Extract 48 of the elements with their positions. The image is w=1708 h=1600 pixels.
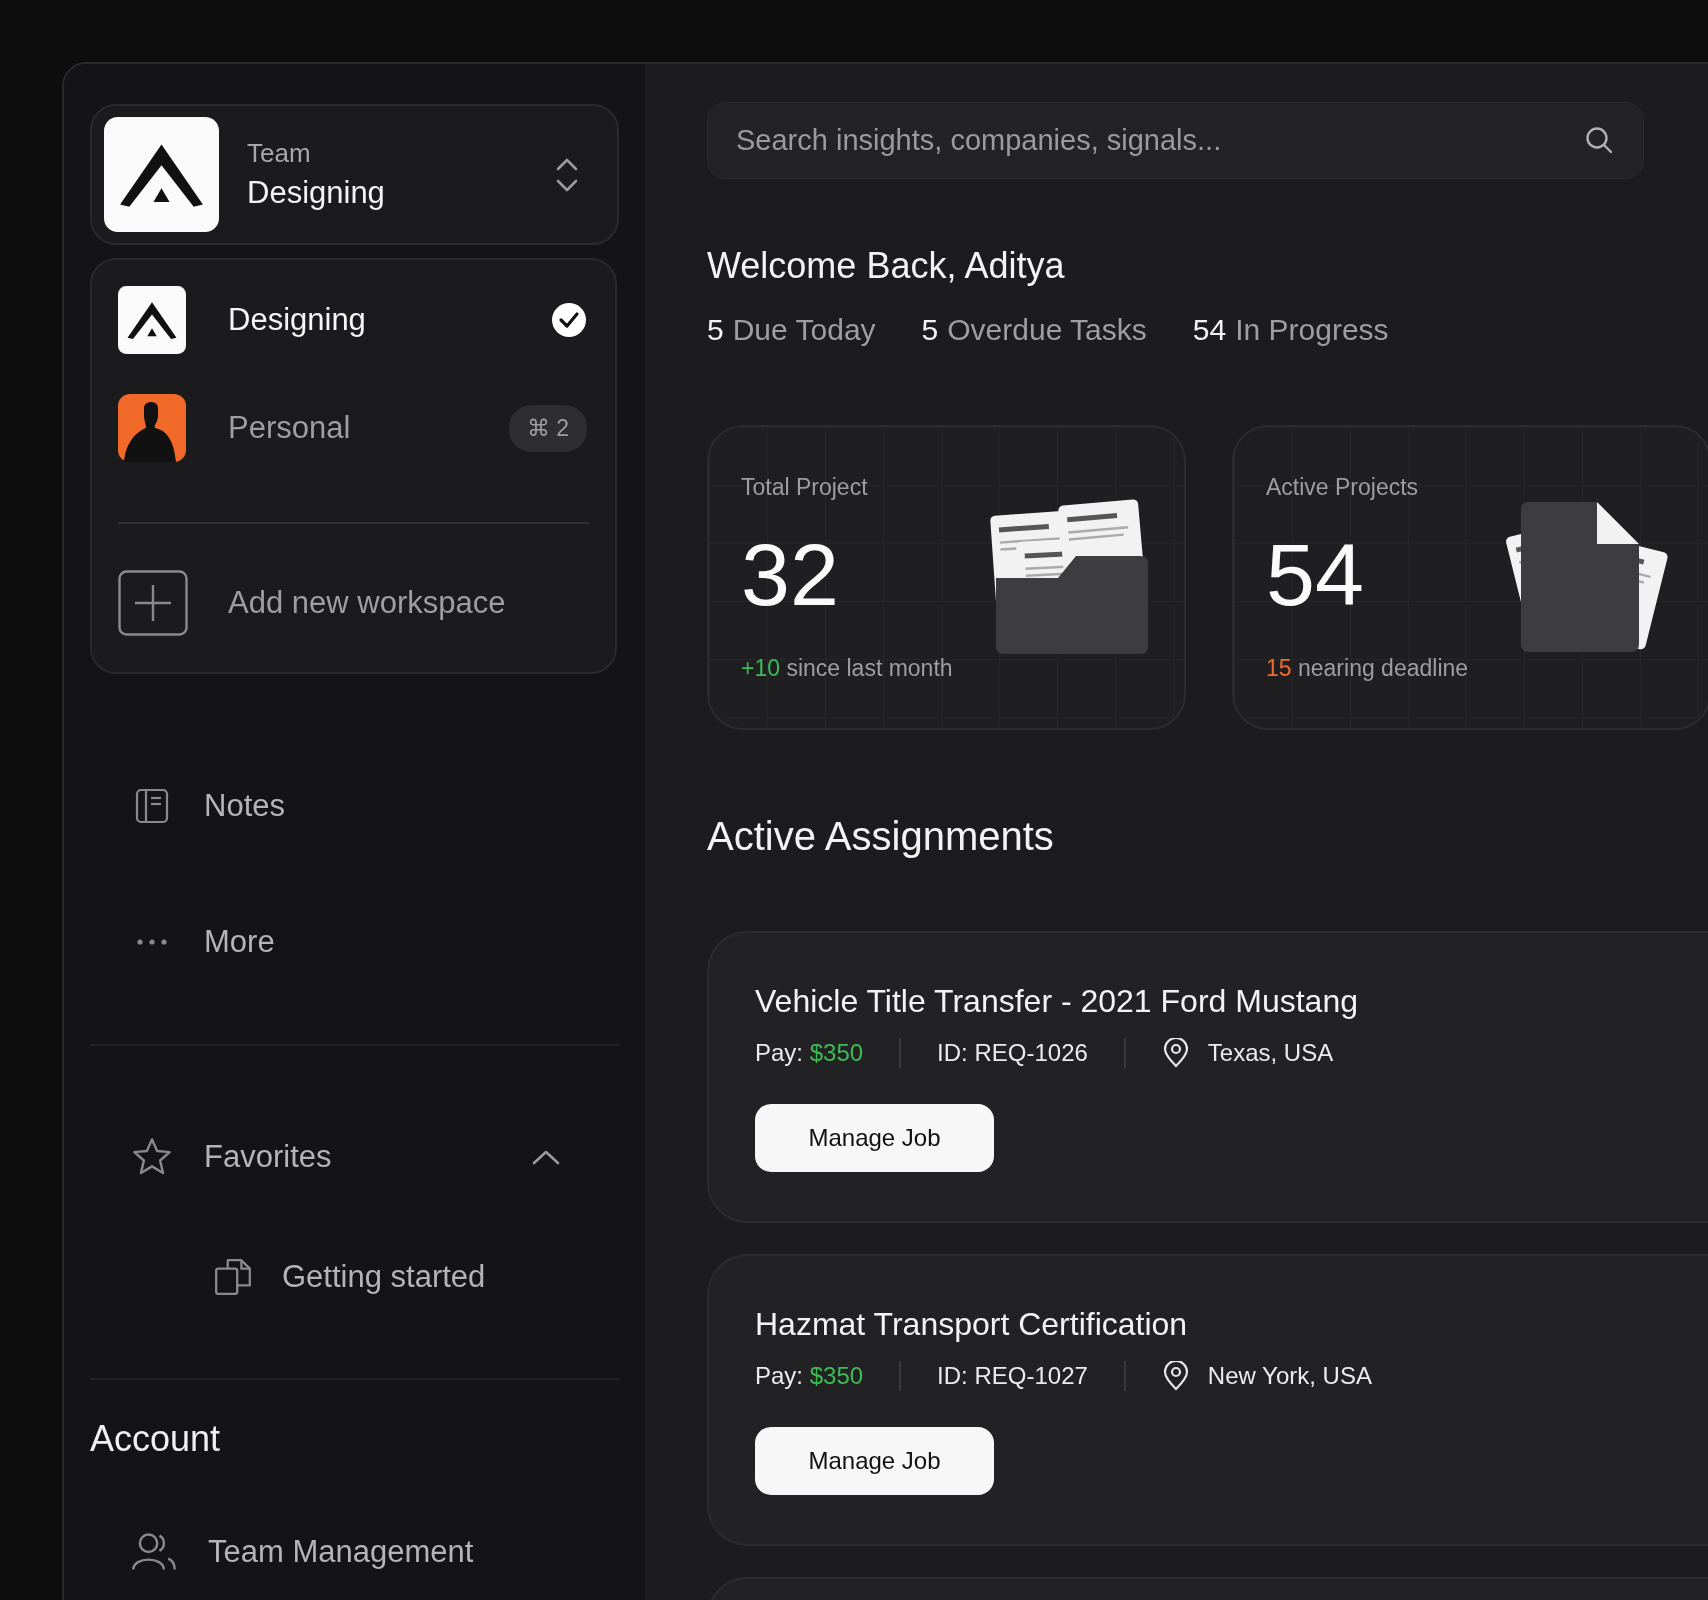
welcome-heading: Welcome Back, Aditya (707, 245, 1066, 287)
check-icon (551, 302, 587, 338)
manage-job-button[interactable]: Manage Job (755, 1427, 994, 1495)
card-title: Total Project (741, 473, 869, 501)
section-heading: Account (90, 1418, 222, 1460)
job-id: ID: REQ-1027 (937, 1362, 1088, 1390)
search-field[interactable]: Search insights, companies, signals... (707, 102, 1644, 179)
sidebar-item[interactable]: Team Management (90, 1484, 619, 1600)
stat-label: Due Today (732, 313, 876, 347)
manage-job-button[interactable]: Manage Job (755, 1104, 994, 1172)
workspace-option[interactable]: Designing (118, 266, 589, 374)
location-pin-icon (1161, 1038, 1190, 1068)
pay-text: Pay: $350 (755, 1362, 864, 1390)
notes-icon (135, 788, 169, 824)
search-icon (1584, 125, 1614, 155)
avatar (118, 394, 186, 462)
card-value: 32 (741, 530, 840, 619)
pay-text: Pay: $350 (755, 1039, 864, 1067)
stat-count: 54 (1192, 313, 1227, 347)
workspace-option[interactable]: Personal ⌘ 2 (118, 374, 589, 482)
section-heading: Active Assignments (707, 814, 1055, 859)
stat-label: In Progress (1235, 313, 1389, 347)
sidebar-item[interactable]: Notes (90, 738, 619, 874)
assignment-title: Vehicle Title Transfer - 2021 Ford Mustang (755, 983, 1359, 1020)
card-value: 54 (1266, 530, 1365, 619)
card-note: +10 since last month (741, 654, 954, 682)
favorite-item[interactable]: Getting started (90, 1232, 619, 1322)
plus-icon (118, 570, 188, 636)
workspace-switcher[interactable]: Team Designing (90, 104, 619, 245)
workspace-name: Designing (247, 175, 386, 211)
team-label: Team (247, 138, 312, 169)
add-workspace-item[interactable]: Add new workspace (118, 570, 589, 636)
more-icon (136, 938, 168, 946)
stat-count: 5 (921, 313, 939, 347)
location-pin-icon (1161, 1361, 1190, 1391)
card-note: 15 nearing deadline (1266, 654, 1470, 682)
shortcut-badge: ⌘ 2 (508, 404, 587, 452)
documents-icon (212, 1256, 254, 1298)
location-text: New York, USA (1207, 1362, 1372, 1390)
location-text: Texas, USA (1207, 1039, 1334, 1067)
sidebar-item[interactable]: More (90, 874, 619, 1010)
card-title: Active Projects (1266, 473, 1420, 501)
stat-count: 5 (707, 313, 724, 347)
logo (118, 286, 186, 354)
assignment-title: Hazmat Transport Certification (755, 1306, 1189, 1343)
favorites-toggle[interactable]: Favorites (90, 1082, 619, 1232)
stat-label: Overdue Tasks (947, 313, 1147, 347)
job-id: ID: REQ-1026 (937, 1039, 1088, 1067)
